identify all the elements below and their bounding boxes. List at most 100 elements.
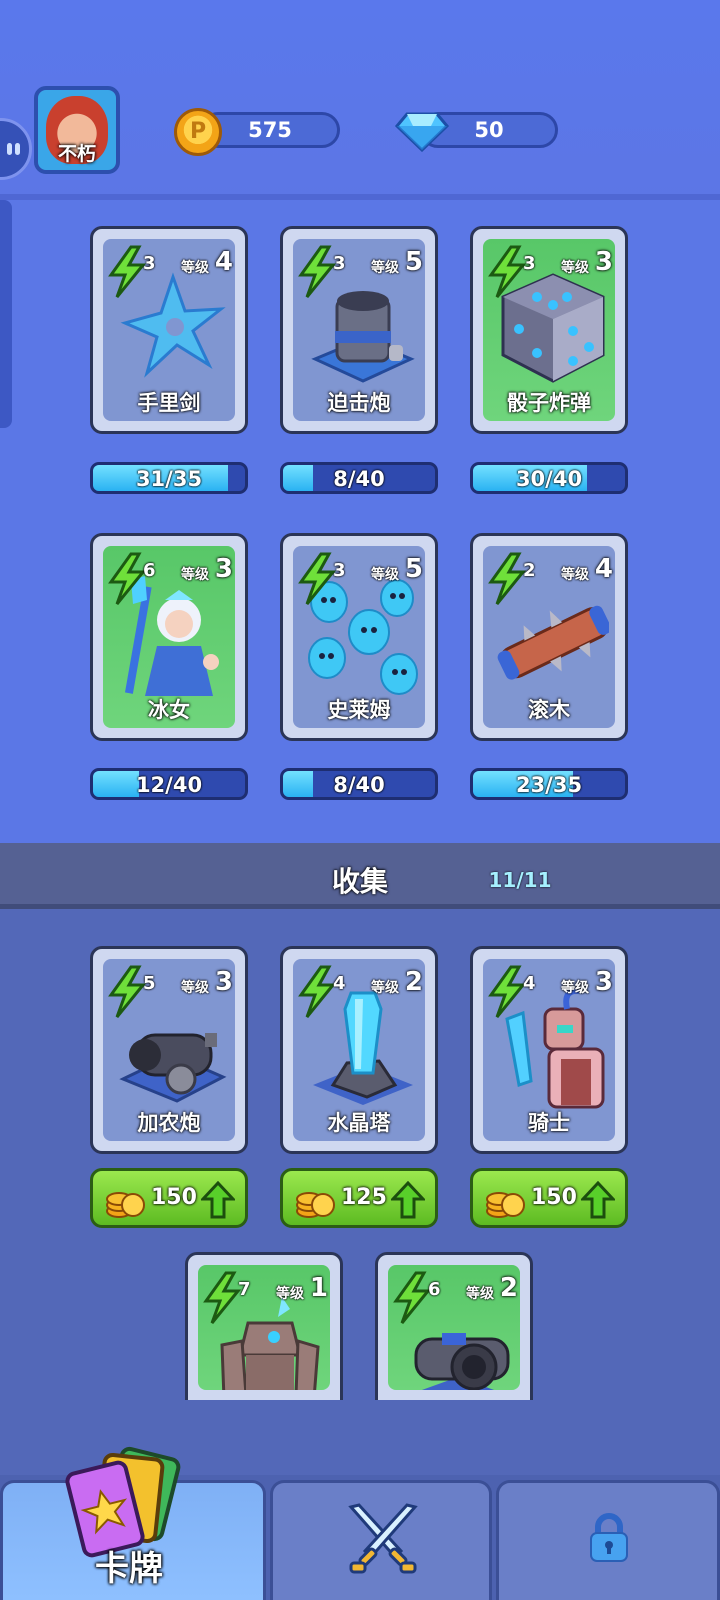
card-art-frame: 6 等级 3 冰女: [103, 546, 235, 728]
player-avatar[interactable]: 不朽: [34, 86, 120, 174]
coins-icon: [106, 1192, 145, 1218]
card-name: 手里剑: [137, 391, 201, 415]
card-progress-bar: 31/35: [90, 462, 248, 494]
card-level-label: 等级: [466, 1286, 494, 1302]
collection-card[interactable]: 5 等级 3 加农炮: [90, 946, 248, 1154]
deck-card[interactable]: 3 等级 5 迫击炮: [280, 226, 438, 434]
deck-card[interactable]: 2 等级 4 滚木: [470, 533, 628, 741]
energy-icon: [203, 1271, 242, 1324]
card-art-frame: 4 等级 2 水晶塔: [293, 959, 425, 1141]
energy-icon: [393, 1271, 432, 1324]
card-energy-cost: 4: [333, 973, 346, 994]
card-energy-cost: 2: [523, 560, 536, 581]
collection-card[interactable]: 4 等级 2 水晶塔: [280, 946, 438, 1154]
collection-count: 11/11: [488, 868, 552, 892]
card-energy-cost: 4: [523, 973, 536, 994]
collection-card[interactable]: 4 等级 3 骑士: [470, 946, 628, 1154]
energy-icon: [298, 245, 337, 298]
card-level: 4: [594, 554, 613, 584]
card-name: 史莱姆: [327, 698, 391, 722]
upgrade-button[interactable]: 125: [280, 1168, 438, 1228]
energy-icon: [488, 965, 527, 1018]
card-level-label: 等级: [181, 567, 209, 583]
card-name: 骰子炸弹: [507, 391, 591, 415]
card-level-label: 等级: [561, 980, 589, 996]
card-name: 水晶塔: [327, 1111, 391, 1135]
card-level: 2: [499, 1273, 518, 1303]
collection-card[interactable]: 6 等级 2: [375, 1252, 533, 1400]
card-energy-cost: 3: [333, 560, 346, 581]
collection-card[interactable]: 7 等级 1: [185, 1252, 343, 1400]
card-progress-text: 30/40: [515, 467, 583, 491]
card-art-frame: 2 等级 4 滚木: [483, 546, 615, 728]
energy-icon: [298, 965, 337, 1018]
card-art-frame: 3 等级 5 迫击炮: [293, 239, 425, 421]
card-energy-cost: 3: [523, 253, 536, 274]
card-level: 3: [214, 967, 233, 997]
card-name: 冰女: [148, 698, 190, 722]
card-progress-text: 8/40: [333, 773, 385, 797]
card-art-frame: 4 等级 3 骑士: [483, 959, 615, 1141]
coins-icon: [296, 1192, 335, 1218]
card-level: 3: [594, 967, 613, 997]
deck-card[interactable]: 3 等级 3 骰子炸弹: [470, 226, 628, 434]
card-name: 迫击炮: [327, 391, 391, 415]
card-level-label: 等级: [181, 980, 209, 996]
card-level-label: 等级: [371, 260, 399, 276]
card-art-frame: 3 等级 5 史莱姆: [293, 546, 425, 728]
upgrade-arrow-icon: [389, 1180, 427, 1219]
energy-icon: [488, 552, 527, 605]
upgrade-button[interactable]: 150: [470, 1168, 628, 1228]
tab-cards-label: 卡牌: [95, 1549, 163, 1589]
card-progress-bar: 8/40: [280, 768, 438, 800]
tab-locked[interactable]: [496, 1480, 720, 1600]
deck-card[interactable]: 6 等级 3 冰女: [90, 533, 248, 741]
player-name: 不朽: [57, 143, 96, 165]
card-energy-cost: 6: [143, 560, 156, 581]
upgrade-arrow-icon: [579, 1180, 617, 1219]
card-energy-cost: 6: [428, 1279, 441, 1300]
energy-icon: [108, 245, 147, 298]
coins-icon: [486, 1192, 525, 1218]
card-level-label: 等级: [371, 567, 399, 583]
diamond-icon: [395, 112, 449, 152]
upgrade-price: 150: [531, 1185, 577, 1210]
card-level: 2: [404, 967, 423, 997]
card-art-frame: 5 等级 3 加农炮: [103, 959, 235, 1141]
card-progress-bar: 30/40: [470, 462, 628, 494]
card-art-frame: 6 等级 2: [388, 1265, 520, 1390]
card-level: 1: [309, 1273, 328, 1303]
card-level: 4: [214, 247, 233, 277]
card-level: 3: [594, 247, 613, 277]
upgrade-price: 125: [341, 1185, 387, 1210]
card-art-frame: 7 等级 1: [198, 1265, 330, 1390]
card-name: 滚木: [528, 698, 570, 722]
card-level-label: 等级: [561, 260, 589, 276]
upgrade-arrow-icon: [199, 1180, 237, 1219]
deck-card[interactable]: 3 等级 4 手里剑: [90, 226, 248, 434]
card-art-frame: 3 等级 4 手里剑: [103, 239, 235, 421]
card-progress-text: 8/40: [333, 467, 385, 491]
card-level-label: 等级: [561, 567, 589, 583]
card-progress-text: 23/35: [515, 773, 583, 797]
side-panel-handle[interactable]: [0, 200, 12, 428]
card-art-frame: 3 等级 3 骰子炸弹: [483, 239, 615, 421]
upgrade-button[interactable]: 150: [90, 1168, 248, 1228]
energy-icon: [488, 245, 527, 298]
deck-card[interactable]: 3 等级 5 史莱姆: [280, 533, 438, 741]
lock-icon: [590, 1513, 628, 1562]
card-energy-cost: 3: [143, 253, 156, 274]
card-level-label: 等级: [371, 980, 399, 996]
tab-battle[interactable]: [270, 1480, 492, 1600]
card-energy-cost: 5: [143, 973, 156, 994]
coin-icon: [174, 108, 222, 156]
card-progress-bar: 23/35: [470, 768, 628, 800]
card-level: 5: [404, 247, 423, 277]
tab-cards[interactable]: 卡牌: [0, 1446, 266, 1600]
card-name: 骑士: [528, 1111, 570, 1135]
card-progress-bar: 8/40: [280, 462, 438, 494]
card-energy-cost: 3: [333, 253, 346, 274]
energy-icon: [108, 552, 147, 605]
crossed-swords-icon: [348, 1503, 418, 1574]
coin-amount: 575: [248, 118, 292, 142]
